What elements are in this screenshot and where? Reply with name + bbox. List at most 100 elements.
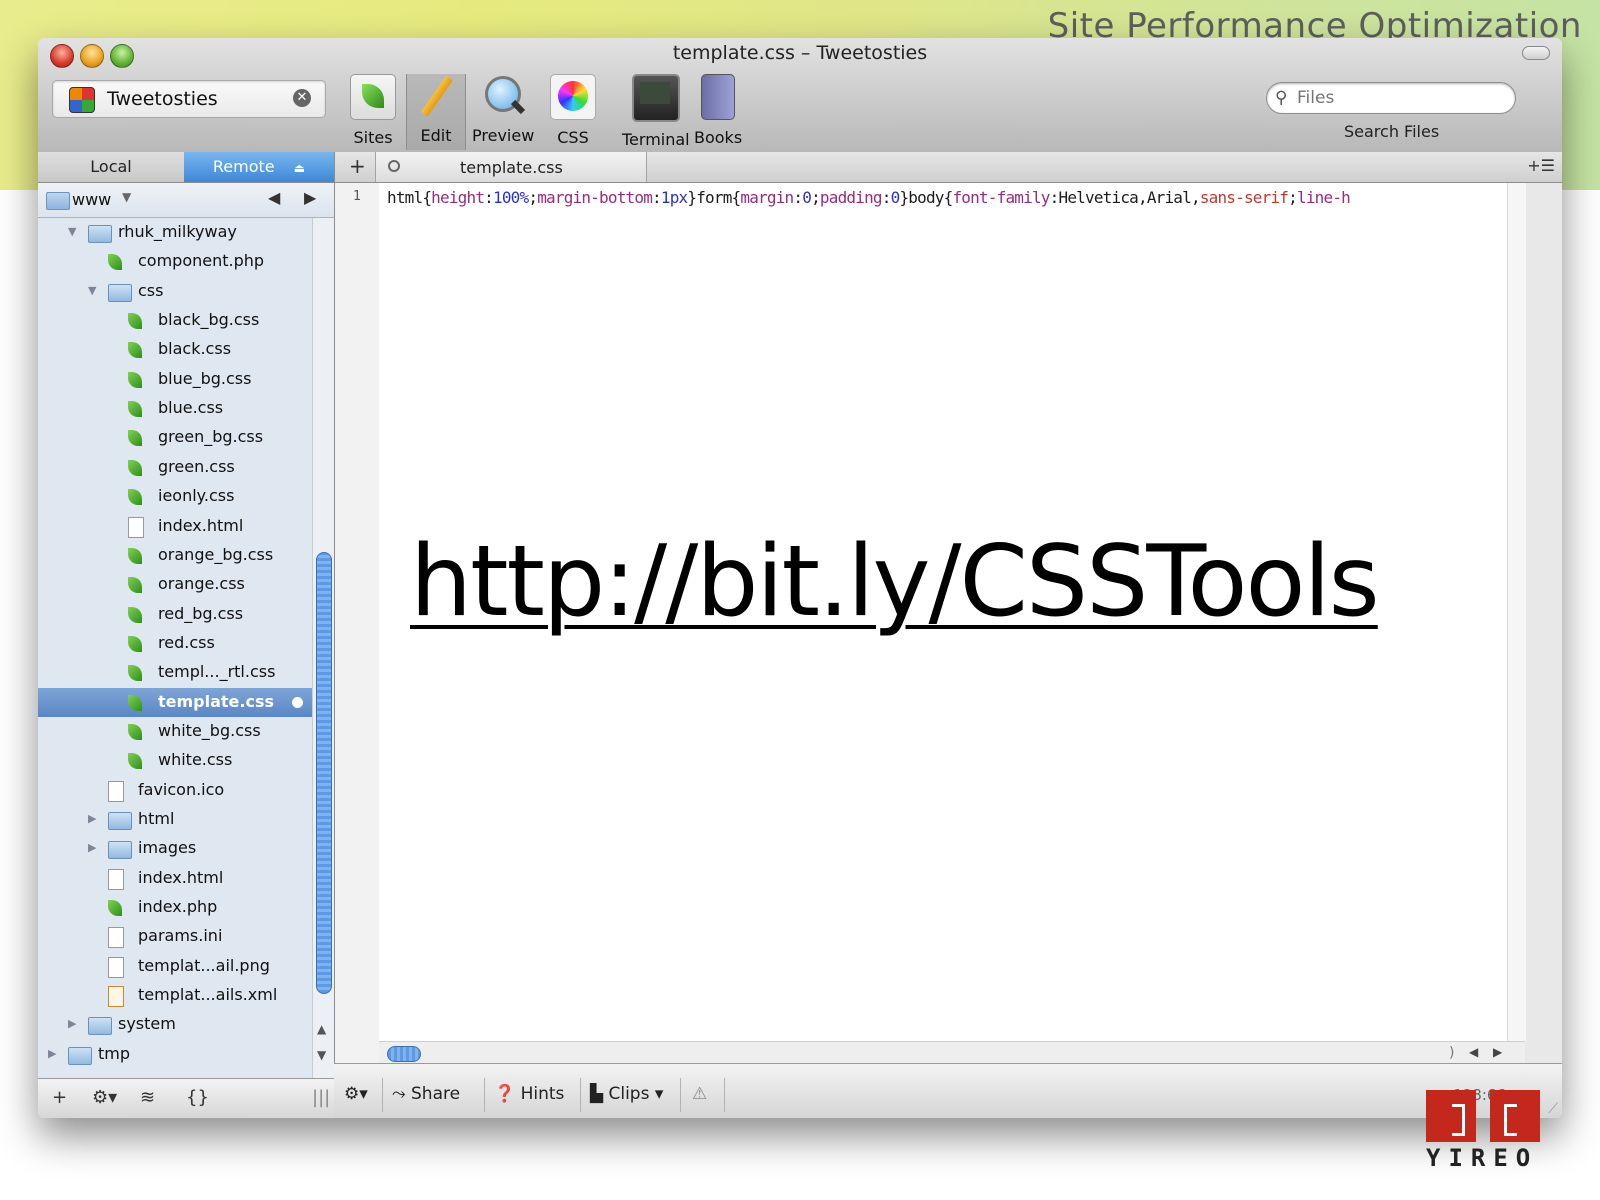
back-arrow-icon[interactable]: ◀	[268, 188, 280, 207]
tree-item[interactable]: white_bg.css	[38, 717, 312, 746]
tree-item-label: template.css	[158, 691, 275, 711]
scroll-down-icon[interactable]: ▼	[317, 1048, 326, 1062]
color-wheel-icon	[550, 74, 596, 120]
hints-label: Hints	[520, 1084, 565, 1104]
toolbar-sites-button[interactable]: Sites	[350, 74, 396, 147]
tree-item[interactable]: params.ini	[38, 922, 312, 951]
tree-item-label: system	[118, 1014, 176, 1034]
toolbar-books-button[interactable]: Books	[694, 74, 742, 147]
chevron-down-icon[interactable]: ▼	[122, 190, 131, 204]
tree-item-label: templ..._rtl.css	[158, 662, 276, 682]
tab-remote[interactable]: Remote ⏏	[184, 152, 334, 182]
leaf-file-icon	[128, 547, 142, 564]
leaf-file-icon	[108, 254, 122, 271]
toolbar-terminal-button[interactable]: Terminal	[622, 74, 690, 149]
tree-item[interactable]: ▶ system	[38, 1010, 312, 1039]
tab-menu-icon[interactable]: +☰	[1527, 156, 1555, 175]
warning-icon[interactable]: ⚠	[692, 1084, 707, 1104]
rss-icon[interactable]: ≋	[140, 1087, 155, 1108]
tree-item[interactable]: red_bg.css	[38, 600, 312, 629]
chevron-down-icon: ▾	[649, 1084, 664, 1104]
gear-icon[interactable]: ⚙▾	[92, 1087, 117, 1108]
tab-local[interactable]: Local	[38, 152, 184, 182]
editor-horizontal-scrollbar[interactable]: ) ◀ ▶	[379, 1041, 1525, 1064]
resize-handle-icon[interactable]: |||	[312, 1087, 330, 1108]
scroll-up-icon[interactable]: ▲	[317, 1022, 326, 1036]
share-button[interactable]: ⤳ Share	[392, 1084, 460, 1104]
tree-item-label: white.css	[158, 750, 233, 770]
braces-icon[interactable]: {}	[186, 1087, 209, 1108]
disclosure-open-icon[interactable]: ▼	[88, 284, 96, 297]
toolbar-edit-button[interactable]: Edit	[414, 74, 458, 145]
code-token: margin	[740, 188, 794, 207]
code-token: ;	[811, 188, 821, 207]
tree-item[interactable]: ▶ tmp	[38, 1040, 312, 1069]
add-icon[interactable]: +	[52, 1087, 67, 1108]
code-token: 1px	[660, 188, 688, 207]
tree-item[interactable]: ▼ css	[38, 277, 312, 306]
scroll-left-icon[interactable]: ◀	[1469, 1045, 1478, 1059]
gear-menu-icon[interactable]: ⚙▾	[344, 1084, 368, 1104]
tree-item[interactable]: orange_bg.css	[38, 541, 312, 570]
tree-item[interactable]: index.html	[38, 864, 312, 893]
hints-button[interactable]: ❓ Hints	[494, 1084, 564, 1104]
tree-item[interactable]: templ..._rtl.css	[38, 658, 312, 687]
sidebar-scrollbar[interactable]: ▲ ▼	[312, 218, 335, 1078]
toolbar-preview-button[interactable]: Preview	[472, 74, 534, 145]
tree-item[interactable]: favicon.ico	[38, 776, 312, 805]
code-token: :	[793, 188, 803, 207]
scroll-right-icon[interactable]: ▶	[1493, 1045, 1502, 1059]
code-token: :	[881, 188, 892, 207]
tree-item[interactable]: black_bg.css	[38, 306, 312, 335]
sidebar-scroll-thumb[interactable]	[316, 552, 332, 994]
search-input[interactable]	[1295, 87, 1509, 109]
tree-item[interactable]: blue_bg.css	[38, 365, 312, 394]
code-token: ;	[1288, 188, 1298, 207]
tree-item[interactable]: black.css	[38, 335, 312, 364]
new-tab-icon[interactable]: +	[349, 154, 366, 178]
tree-item[interactable]: orange.css	[38, 570, 312, 599]
clear-site-icon[interactable]: ✕	[293, 89, 311, 107]
tree-item[interactable]: ▶ html	[38, 805, 312, 834]
tree-item[interactable]: component.php	[38, 247, 312, 276]
tree-item[interactable]: ▼ rhuk_milkyway	[38, 218, 312, 247]
toolbar-toggle-button[interactable]	[1522, 46, 1550, 60]
code-token: form{	[696, 188, 741, 207]
tree-item[interactable]: ieonly.css	[38, 482, 312, 511]
code-token: sans-serif	[1199, 188, 1289, 207]
path-name[interactable]: www	[72, 190, 111, 209]
tab-template-css[interactable]: template.css	[375, 152, 647, 182]
disclosure-open-icon[interactable]: ▼	[68, 225, 76, 238]
tree-item[interactable]: index.html	[38, 512, 312, 541]
tree-item[interactable]: green_bg.css	[38, 423, 312, 452]
site-selector[interactable]: Tweetosties ✕	[52, 80, 326, 118]
tree-item[interactable]: ▶ images	[38, 834, 312, 863]
tree-item[interactable]: templat...ail.png	[38, 952, 312, 981]
leaf-file-icon	[128, 371, 142, 388]
tree-item-selected[interactable]: template.css	[38, 687, 312, 717]
clips-button[interactable]: ▙ Clips ▾	[590, 1084, 663, 1104]
close-tab-icon[interactable]	[388, 160, 400, 172]
sites-leaf-icon	[350, 74, 396, 120]
tree-item[interactable]: blue.css	[38, 394, 312, 423]
tree-item[interactable]: red.css	[38, 629, 312, 658]
search-files-field[interactable]: ⚲	[1266, 82, 1516, 114]
folder-icon	[88, 225, 112, 243]
horizontal-scroll-thumb[interactable]	[387, 1046, 421, 1062]
book-icon	[701, 74, 736, 120]
overlay-link[interactable]: http://bit.ly/CSSTools	[410, 525, 1380, 639]
disclosure-closed-icon[interactable]: ▶	[68, 1017, 76, 1030]
toolbar-label: Books	[694, 128, 743, 147]
tree-item[interactable]: white.css	[38, 746, 312, 775]
disclosure-closed-icon[interactable]: ▶	[88, 841, 96, 854]
tree-item[interactable]: templat...ails.xml	[38, 981, 312, 1010]
tree-item-label: favicon.ico	[138, 779, 225, 799]
toolbar-css-button[interactable]: CSS	[550, 74, 596, 147]
clips-icon: ▙	[590, 1084, 609, 1104]
tree-item[interactable]: green.css	[38, 453, 312, 482]
disclosure-closed-icon[interactable]: ▶	[48, 1047, 56, 1060]
tree-item[interactable]: index.php	[38, 893, 312, 922]
forward-arrow-icon[interactable]: ▶	[304, 188, 316, 207]
editor-vertical-scrollbar[interactable]	[1507, 183, 1526, 1041]
disclosure-closed-icon[interactable]: ▶	[88, 812, 96, 825]
